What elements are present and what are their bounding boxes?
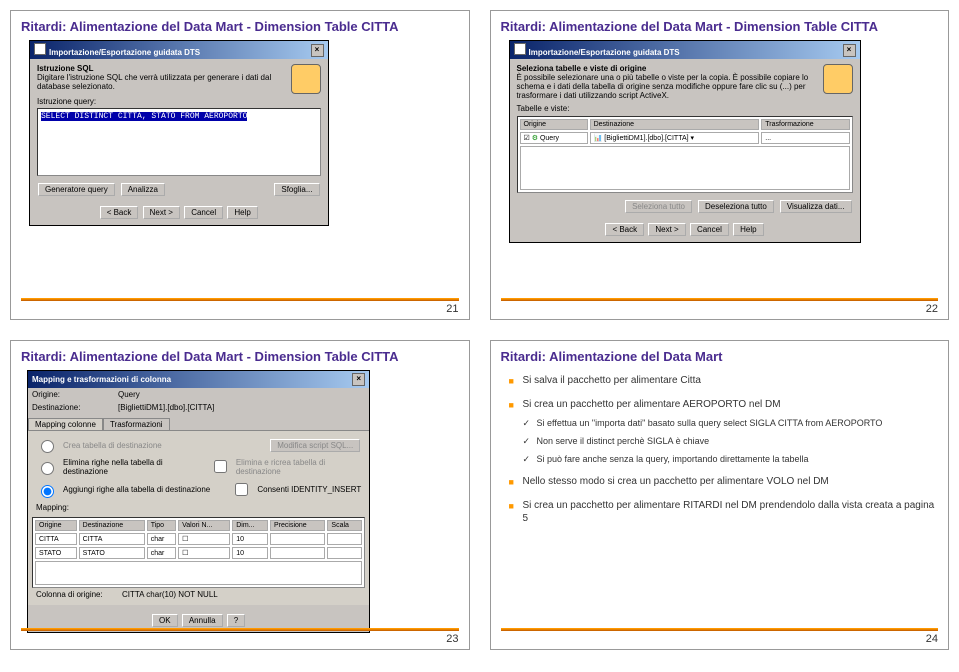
opt-delete-label: Elimina righe nella tabella di destinazi… — [63, 458, 198, 476]
tab-transform[interactable]: Trasformazioni — [103, 418, 170, 430]
slide-title: Ritardi: Alimentazione del Data Mart - D… — [21, 349, 459, 364]
divider — [501, 628, 939, 631]
opt-create-label: Crea tabella di destinazione — [63, 441, 162, 450]
col-origin: Origine — [520, 119, 588, 130]
wizard-icon — [823, 64, 853, 94]
close-icon[interactable]: × — [352, 373, 365, 386]
dts-wizard-window: Importazione/Esportazione guidata DTS × … — [29, 40, 329, 226]
chk-recreate[interactable] — [214, 460, 227, 473]
list-item: Nello stesso modo si crea un pacchetto p… — [509, 475, 939, 489]
query-label: Istruzione query: — [37, 97, 321, 106]
subheading: Digitare l'istruzione SQL che verrà util… — [37, 73, 321, 91]
table-row[interactable]: CITTACITTAchar☐10 — [35, 533, 362, 545]
ok-button[interactable]: OK — [152, 614, 178, 627]
source-col-label: Colonna di origine: — [36, 590, 116, 599]
mapping-label: Mapping: — [32, 501, 365, 514]
list-item: Non serve il distinct perchè SIGLA è chi… — [523, 435, 939, 447]
next-button[interactable]: Next > — [648, 223, 685, 236]
slide-title: Ritardi: Alimentazione del Data Mart — [501, 349, 939, 364]
view-data-button[interactable]: Visualizza dati... — [780, 200, 852, 213]
help-button[interactable]: Help — [733, 223, 763, 236]
sql-input[interactable]: SELECT DISTINCT CITTA, STATO FROM AEROPO… — [37, 108, 321, 176]
opt-identity-label: Consenti IDENTITY_INSERT — [257, 485, 361, 494]
analyze-button[interactable]: Analizza — [121, 183, 165, 196]
dest-label: Destinazione: — [32, 403, 112, 412]
opt-append-label: Aggiungi righe alla tabella di destinazi… — [63, 485, 210, 494]
radio-delete-rows[interactable] — [41, 462, 54, 475]
back-button[interactable]: < Back — [605, 223, 644, 236]
page-number: 24 — [926, 633, 938, 645]
cancel-button[interactable]: Cancel — [184, 206, 223, 219]
subheading: È possibile selezionare una o più tabell… — [517, 73, 853, 100]
window-title: Importazione/Esportazione guidata DTS — [49, 48, 200, 57]
close-icon[interactable]: × — [843, 44, 856, 57]
dts-wizard-window: Importazione/Esportazione guidata DTS × … — [509, 40, 861, 243]
slide-title: Ritardi: Alimentazione del Data Mart - D… — [501, 19, 939, 34]
select-all-button[interactable]: Seleziona tutto — [625, 200, 692, 213]
tables-grid[interactable]: OrigineDestinazioneTrasformazione ☑ ⚙ Qu… — [517, 116, 853, 193]
app-icon — [514, 43, 526, 55]
window-title: Mapping e trasformazioni di colonna — [32, 375, 171, 384]
titlebar: Importazione/Esportazione guidata DTS × — [510, 41, 860, 59]
tables-label: Tabelle e viste: — [517, 104, 853, 113]
source-col-value: CITTA char(10) NOT NULL — [122, 590, 218, 599]
mapping-grid[interactable]: OrigineDestinazioneTipoValori N...Dim...… — [32, 517, 365, 588]
list-item: Si crea un pacchetto per alimentare AERO… — [509, 398, 939, 466]
opt-recreate-label: Elimina e ricrea tabella di destinazione — [236, 458, 361, 476]
heading: Istruzione SQL — [37, 64, 321, 73]
help-button[interactable]: Help — [227, 206, 257, 219]
origin-value: Query — [118, 390, 140, 399]
slide-21: Ritardi: Alimentazione del Data Mart - D… — [10, 10, 470, 320]
radio-create-table[interactable] — [41, 440, 54, 453]
list-item: Si crea un pacchetto per alimentare RITA… — [509, 499, 939, 526]
cancel-button[interactable]: Annulla — [182, 614, 223, 627]
slide-24: Ritardi: Alimentazione del Data Mart Si … — [490, 340, 950, 650]
titlebar: Importazione/Esportazione guidata DTS × — [30, 41, 328, 59]
page-number: 21 — [446, 303, 458, 315]
titlebar: Mapping e trasformazioni di colonna × — [28, 371, 369, 388]
divider — [501, 298, 939, 301]
chk-identity[interactable] — [235, 483, 248, 496]
radio-append-rows[interactable] — [41, 485, 54, 498]
query-builder-button[interactable]: Generatore query — [38, 183, 115, 196]
wizard-icon — [291, 64, 321, 94]
col-transform: Trasformazione — [761, 119, 849, 130]
table-row[interactable]: ☑ ⚙ Query📊 [BigliettiDM1].[dbo].[CITTA] … — [520, 132, 850, 144]
edit-sql-button[interactable]: Modifica script SQL... — [270, 439, 360, 452]
divider — [21, 628, 459, 631]
col-dest: Destinazione — [590, 119, 760, 130]
app-icon — [34, 43, 46, 55]
page-number: 22 — [926, 303, 938, 315]
bullet-list: Si salva il pacchetto per alimentare Cit… — [509, 374, 939, 526]
slide-22: Ritardi: Alimentazione del Data Mart - D… — [490, 10, 950, 320]
browse-button[interactable]: Sfoglia... — [274, 183, 319, 196]
list-item: Si effettua un "importa dati" basato sul… — [523, 417, 939, 429]
list-item: Si può fare anche senza la query, import… — [523, 453, 939, 465]
slide-title: Ritardi: Alimentazione del Data Mart - D… — [21, 19, 459, 34]
table-row[interactable]: STATOSTATOchar☐10 — [35, 547, 362, 559]
back-button[interactable]: < Back — [100, 206, 139, 219]
divider — [21, 298, 459, 301]
heading: Seleziona tabelle e viste di origine — [517, 64, 853, 73]
deselect-all-button[interactable]: Deseleziona tutto — [698, 200, 774, 213]
list-item: Si salva il pacchetto per alimentare Cit… — [509, 374, 939, 388]
help-button[interactable]: ? — [227, 614, 245, 627]
page-number: 23 — [446, 633, 458, 645]
close-icon[interactable]: × — [311, 44, 324, 57]
cancel-button[interactable]: Cancel — [690, 223, 729, 236]
mapping-window: Mapping e trasformazioni di colonna × Or… — [27, 370, 370, 633]
next-button[interactable]: Next > — [143, 206, 180, 219]
tab-mapping[interactable]: Mapping colonne — [28, 418, 103, 430]
slide-23: Ritardi: Alimentazione del Data Mart - D… — [10, 340, 470, 650]
origin-label: Origine: — [32, 390, 112, 399]
window-title: Importazione/Esportazione guidata DTS — [529, 48, 680, 57]
dest-value: [BigliettiDM1].[dbo].[CITTA] — [118, 403, 214, 412]
